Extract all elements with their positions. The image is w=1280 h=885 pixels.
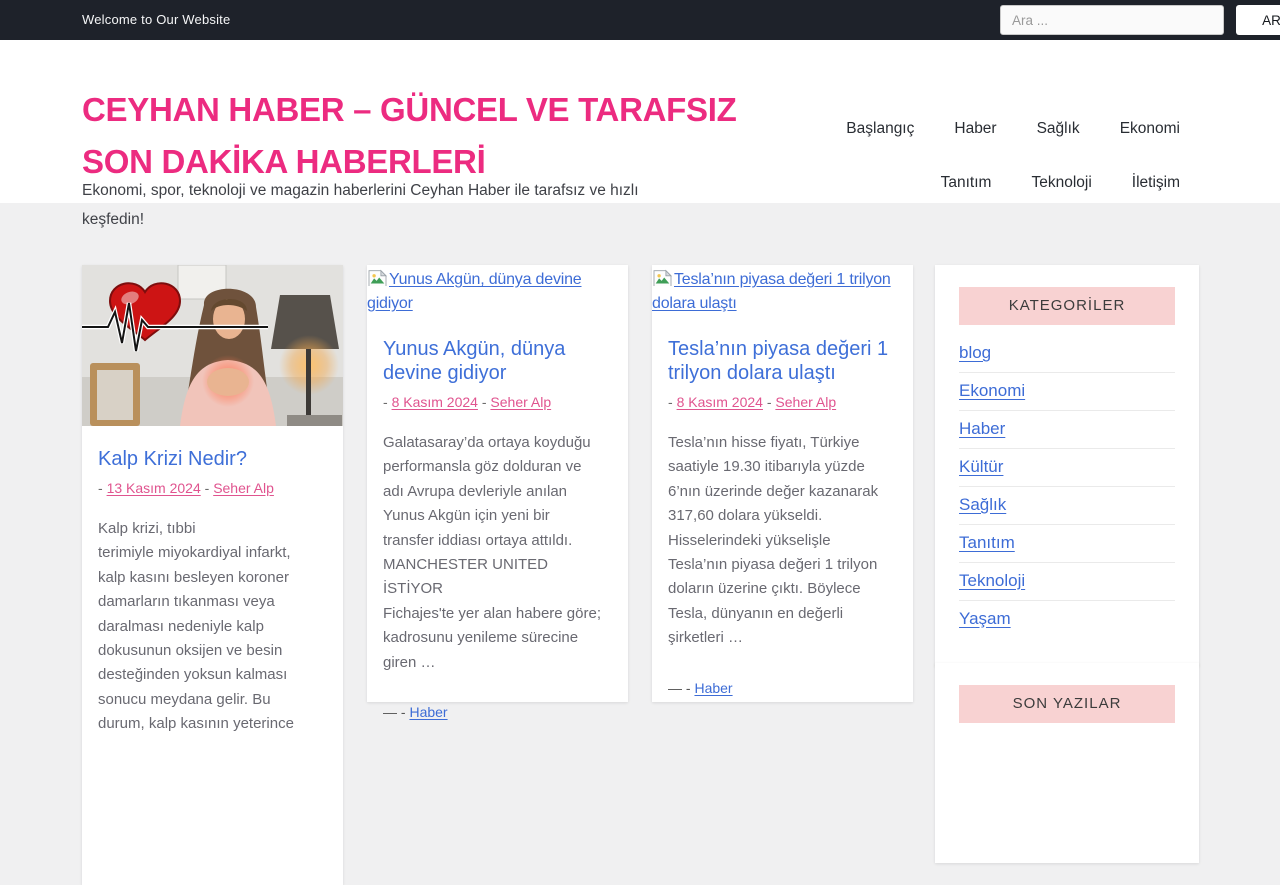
- meta-prefix: -: [668, 394, 677, 410]
- post-title[interactable]: Kalp Krizi Nedir?: [98, 447, 327, 471]
- featured-image-heart-attack[interactable]: [82, 265, 343, 426]
- categories-heading: KATEGORİLER: [959, 287, 1175, 325]
- top-bar: Welcome to Our Website ARA: [0, 0, 1280, 40]
- post-title[interactable]: Yunus Akgün, dünya devine gidiyor: [383, 337, 612, 385]
- category-item: Yaşam: [959, 601, 1175, 638]
- welcome-text: Welcome to Our Website: [82, 12, 231, 27]
- category-link-tanitim[interactable]: Tanıtım: [959, 533, 1015, 552]
- footer-separator: -: [682, 679, 695, 696]
- meta-separator: -: [200, 480, 214, 496]
- category-link-haber[interactable]: Haber: [959, 419, 1005, 438]
- nav-item-baslangic[interactable]: Başlangıç: [846, 120, 914, 138]
- broken-image-icon: [368, 269, 388, 290]
- broken-image-alt-link[interactable]: Tesla’nın piyasa değeri 1 trilyon dolara…: [652, 265, 913, 316]
- meta-separator: -: [477, 394, 491, 410]
- page-root: { "topbar": { "welcome": "Welcome to Our…: [0, 0, 1280, 885]
- sidebar-categories-widget: KATEGORİLER blog Ekonomi Haber Kültür Sa…: [935, 265, 1199, 666]
- category-item: Teknoloji: [959, 563, 1175, 601]
- category-item: Kültür: [959, 449, 1175, 487]
- footer-dash: —: [383, 704, 397, 721]
- category-item: Sağlık: [959, 487, 1175, 525]
- category-item: Haber: [959, 411, 1175, 449]
- nav-row-1: Başlangıç Haber Sağlık Ekonomi: [846, 120, 1180, 138]
- broken-image-alt-text: Yunus Akgün, dünya devine gidiyor: [367, 271, 582, 312]
- category-item: Tanıtım: [959, 525, 1175, 563]
- footer-dash: —: [668, 679, 682, 696]
- post-category-link[interactable]: Haber: [409, 704, 447, 720]
- footer-separator: -: [397, 704, 410, 721]
- category-link-blog[interactable]: blog: [959, 343, 991, 362]
- post-footer: — - Haber: [383, 704, 612, 720]
- post-excerpt: Tesla’nın hisse fiyatı, Türkiye saatiyle…: [668, 434, 879, 647]
- post-meta: - 8 Kasım 2024 - Seher Alp: [383, 394, 612, 410]
- broken-image-alt-link[interactable]: Yunus Akgün, dünya devine gidiyor: [367, 265, 628, 316]
- site-header: CEYHAN HABER – GÜNCEL VE TARAFSIZ SON DA…: [0, 40, 1280, 228]
- category-item: Ekonomi: [959, 373, 1175, 411]
- meta-separator: -: [762, 394, 776, 410]
- article-card: Yunus Akgün, dünya devine gidiyor Yunus …: [367, 265, 628, 720]
- nav-item-teknoloji[interactable]: Teknoloji: [1031, 174, 1091, 192]
- category-link-yasam[interactable]: Yaşam: [959, 609, 1011, 628]
- post-author-link[interactable]: Seher Alp: [490, 394, 551, 410]
- broken-image-alt-text: Tesla’nın piyasa değeri 1 trilyon dolara…: [652, 271, 891, 312]
- nav-item-tanitim[interactable]: Tanıtım: [941, 174, 992, 192]
- category-link-kultur[interactable]: Kültür: [959, 457, 1003, 476]
- post-excerpt: Kalp krizi, tıbbi terimiyle miyokardiyal…: [98, 520, 294, 733]
- category-item: blog: [959, 335, 1175, 373]
- post-meta: - 13 Kasım 2024 - Seher Alp: [98, 480, 327, 496]
- broken-image-icon: [653, 269, 673, 290]
- post-date-link[interactable]: 8 Kasım 2024: [677, 394, 763, 410]
- article-card: Tesla’nın piyasa değeri 1 trilyon dolara…: [652, 265, 913, 702]
- category-link-teknoloji[interactable]: Teknoloji: [959, 571, 1025, 590]
- meta-prefix: -: [383, 394, 392, 410]
- meta-prefix: -: [98, 480, 107, 496]
- nav-row-2: Tanıtım Teknoloji İletişim: [941, 174, 1180, 192]
- post-title[interactable]: Tesla’nın piyasa değeri 1 trilyon dolara…: [668, 337, 897, 385]
- category-link-saglik[interactable]: Sağlık: [959, 495, 1006, 514]
- post-excerpt: Galatasaray’da ortaya koyduğu performans…: [383, 434, 601, 671]
- post-author-link[interactable]: Seher Alp: [213, 480, 274, 496]
- nav-item-ekonomi[interactable]: Ekonomi: [1120, 120, 1180, 138]
- post-footer: — - Haber: [668, 680, 897, 696]
- post-category-link[interactable]: Haber: [694, 680, 732, 696]
- recent-posts-heading: SON YAZILAR: [959, 685, 1175, 723]
- post-author-link[interactable]: Seher Alp: [775, 394, 836, 410]
- post-date-link[interactable]: 8 Kasım 2024: [392, 394, 478, 410]
- nav-item-iletisim[interactable]: İletişim: [1132, 174, 1180, 192]
- site-title[interactable]: CEYHAN HABER – GÜNCEL VE TARAFSIZ SON DA…: [82, 84, 737, 188]
- nav-item-haber[interactable]: Haber: [954, 120, 996, 138]
- search-input[interactable]: [1000, 5, 1224, 35]
- site-tagline: Ekonomi, spor, teknoloji ve magazin habe…: [82, 182, 639, 228]
- main-content: Kalp Krizi Nedir? - 13 Kasım 2024 - Sehe…: [0, 203, 1280, 885]
- article-card: Kalp Krizi Nedir? - 13 Kasım 2024 - Sehe…: [82, 265, 343, 885]
- category-link-ekonomi[interactable]: Ekonomi: [959, 381, 1025, 400]
- sidebar-recent-posts-widget: SON YAZILAR: [935, 663, 1199, 863]
- post-meta: - 8 Kasım 2024 - Seher Alp: [668, 394, 897, 410]
- categories-list: blog Ekonomi Haber Kültür Sağlık Tanıtım…: [959, 335, 1175, 638]
- post-date-link[interactable]: 13 Kasım 2024: [107, 480, 201, 496]
- nav-item-saglik[interactable]: Sağlık: [1037, 120, 1080, 138]
- main-navigation: Başlangıç Haber Sağlık Ekonomi Tanıtım T…: [760, 120, 1180, 192]
- search-button[interactable]: ARA: [1236, 5, 1280, 35]
